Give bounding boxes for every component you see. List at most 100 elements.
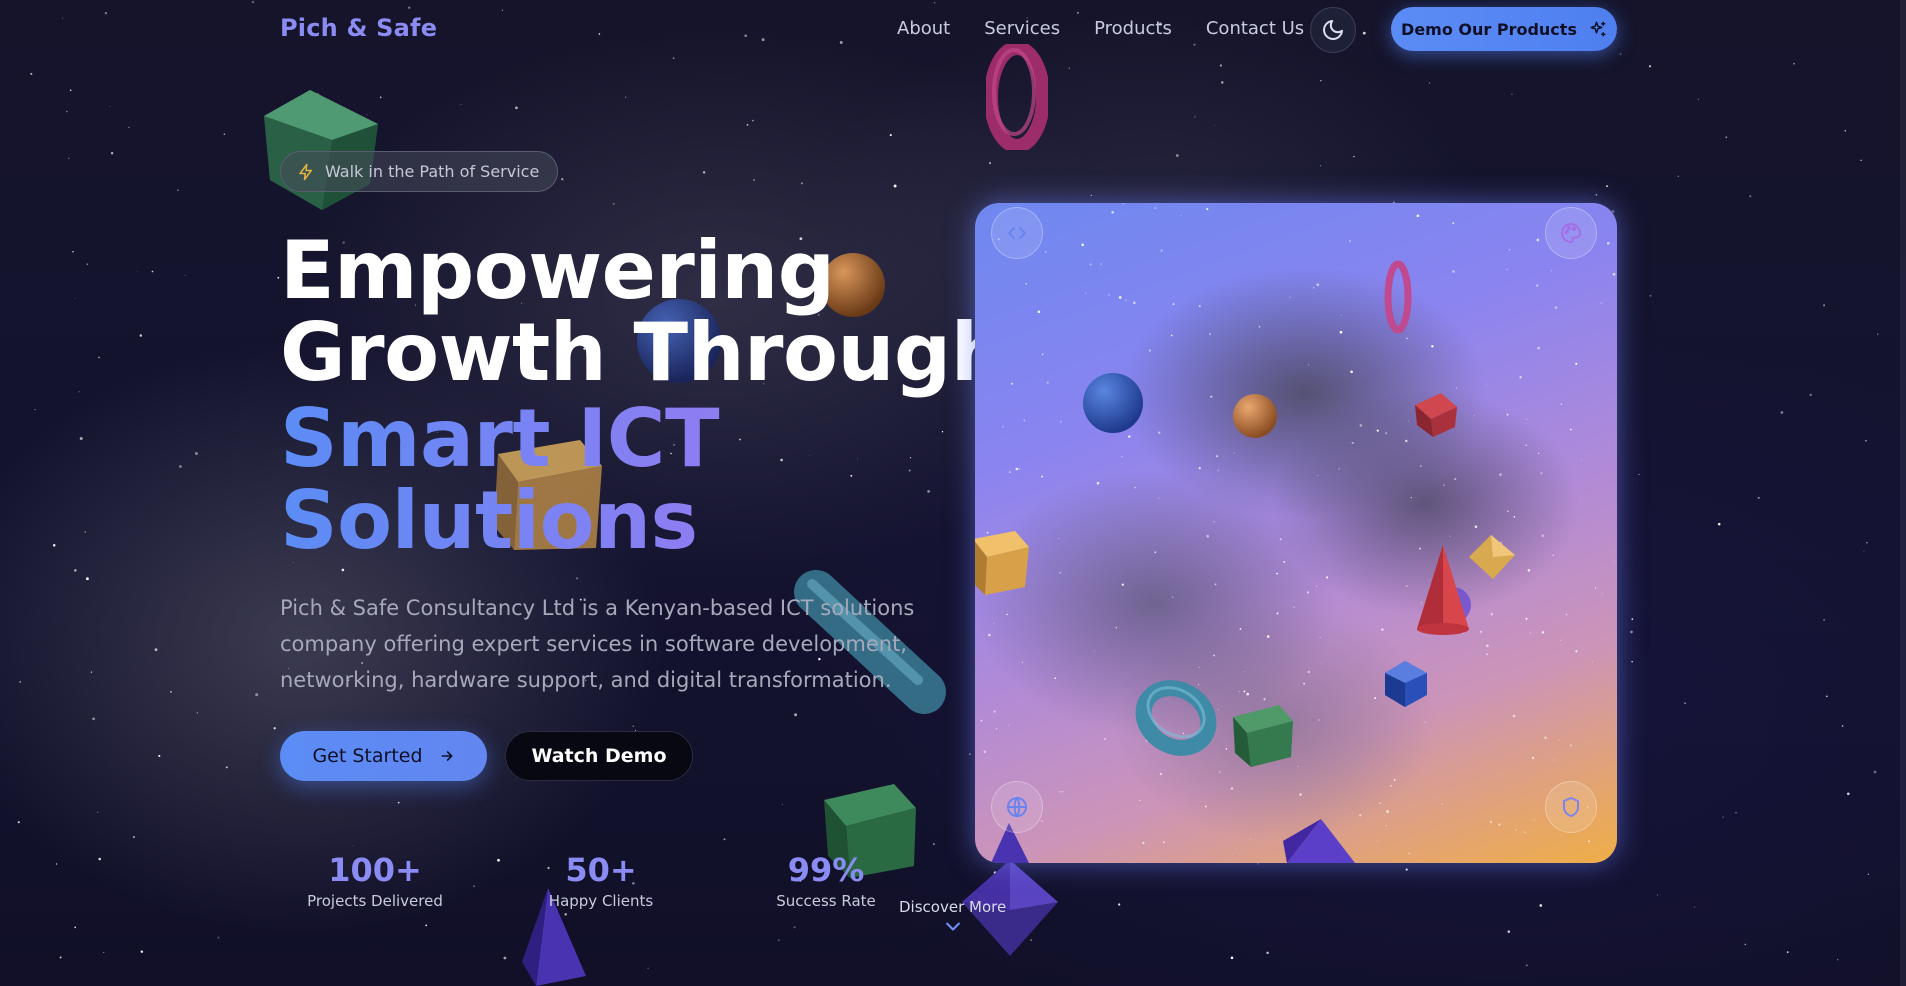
star	[1479, 630, 1483, 633]
star	[702, 171, 706, 174]
star	[1321, 662, 1323, 664]
star	[1158, 431, 1161, 434]
star	[1657, 894, 1659, 896]
star	[1135, 393, 1137, 395]
theme-toggle-button[interactable]	[1310, 7, 1356, 53]
star	[1133, 301, 1136, 305]
watch-demo-button[interactable]: Watch Demo	[505, 731, 693, 781]
star	[1648, 65, 1652, 68]
star	[1068, 67, 1070, 69]
star	[1230, 956, 1234, 960]
brand-logo[interactable]: Pich & Safe	[280, 14, 437, 42]
star	[753, 179, 756, 181]
card-globe-button[interactable]	[991, 781, 1043, 833]
star	[1096, 481, 1100, 485]
star	[1108, 294, 1110, 296]
star	[98, 356, 100, 359]
star	[1307, 670, 1311, 674]
star	[1319, 637, 1321, 638]
star	[1575, 650, 1578, 653]
star	[1234, 847, 1236, 849]
hero-visual-card	[975, 203, 1617, 863]
star	[1443, 484, 1445, 487]
star	[1225, 748, 1228, 750]
star	[1350, 370, 1353, 374]
star	[1081, 243, 1084, 247]
star	[184, 274, 186, 276]
star	[1263, 709, 1267, 712]
star	[17, 821, 20, 824]
star	[30, 72, 33, 75]
star	[1485, 383, 1487, 385]
star	[1407, 698, 1411, 701]
star	[1553, 759, 1555, 761]
page-scrollbar[interactable]	[1900, 0, 1906, 986]
card-code-button[interactable]	[991, 207, 1043, 259]
star	[316, 92, 320, 96]
star	[1175, 154, 1179, 157]
star	[1283, 560, 1286, 563]
discover-more-link[interactable]: Discover More	[899, 898, 1006, 938]
star	[86, 263, 88, 265]
star	[794, 713, 798, 717]
star	[109, 106, 111, 107]
star	[1581, 459, 1583, 461]
nav-link-products[interactable]: Products	[1094, 18, 1172, 40]
star	[1307, 364, 1310, 366]
stat-success: 99% Success Rate	[772, 850, 880, 910]
nav-link-about[interactable]: About	[897, 18, 950, 40]
star	[1159, 693, 1162, 696]
star	[176, 189, 179, 192]
star	[128, 126, 130, 129]
star	[1560, 403, 1563, 405]
nav-links: About Services Products Contact Us	[897, 18, 1338, 40]
star	[1462, 631, 1465, 634]
star	[1025, 283, 1027, 285]
star	[1511, 93, 1513, 96]
star	[503, 956, 507, 960]
star	[1324, 849, 1328, 852]
star	[1339, 330, 1343, 334]
star	[1575, 362, 1578, 365]
star	[1513, 516, 1516, 518]
star	[1452, 270, 1455, 273]
star	[110, 152, 114, 155]
star	[1058, 538, 1060, 540]
star	[1405, 868, 1408, 871]
star	[65, 110, 68, 113]
star	[1128, 435, 1131, 438]
star	[1121, 583, 1124, 586]
star	[1512, 714, 1516, 718]
star	[515, 106, 518, 110]
star	[624, 96, 627, 99]
star	[1030, 939, 1032, 941]
star	[1490, 613, 1493, 616]
nav-link-contact[interactable]: Contact Us	[1206, 18, 1304, 40]
star	[993, 871, 997, 874]
star	[1612, 272, 1616, 276]
demo-products-button[interactable]: Demo Our Products	[1391, 7, 1617, 51]
star	[1631, 618, 1634, 620]
lightning-icon	[299, 163, 312, 180]
nav-link-services[interactable]: Services	[984, 18, 1060, 40]
star	[1041, 820, 1043, 822]
star	[341, 568, 345, 572]
star	[1786, 951, 1789, 953]
star	[1638, 473, 1640, 476]
star	[223, 133, 226, 136]
star	[1209, 333, 1211, 335]
card-shield-button[interactable]	[1545, 781, 1597, 833]
star	[983, 750, 987, 754]
star	[647, 967, 649, 969]
card-purple-pyramid-shape	[1283, 819, 1355, 863]
card-palette-button[interactable]	[1545, 207, 1597, 259]
get-started-button[interactable]: Get Started	[280, 731, 487, 781]
star	[1793, 62, 1795, 65]
star	[1379, 802, 1381, 804]
star	[1506, 510, 1509, 513]
star	[1431, 344, 1434, 348]
star	[1536, 238, 1540, 242]
star	[1221, 81, 1224, 84]
star	[1540, 472, 1543, 475]
star	[1780, 411, 1784, 414]
